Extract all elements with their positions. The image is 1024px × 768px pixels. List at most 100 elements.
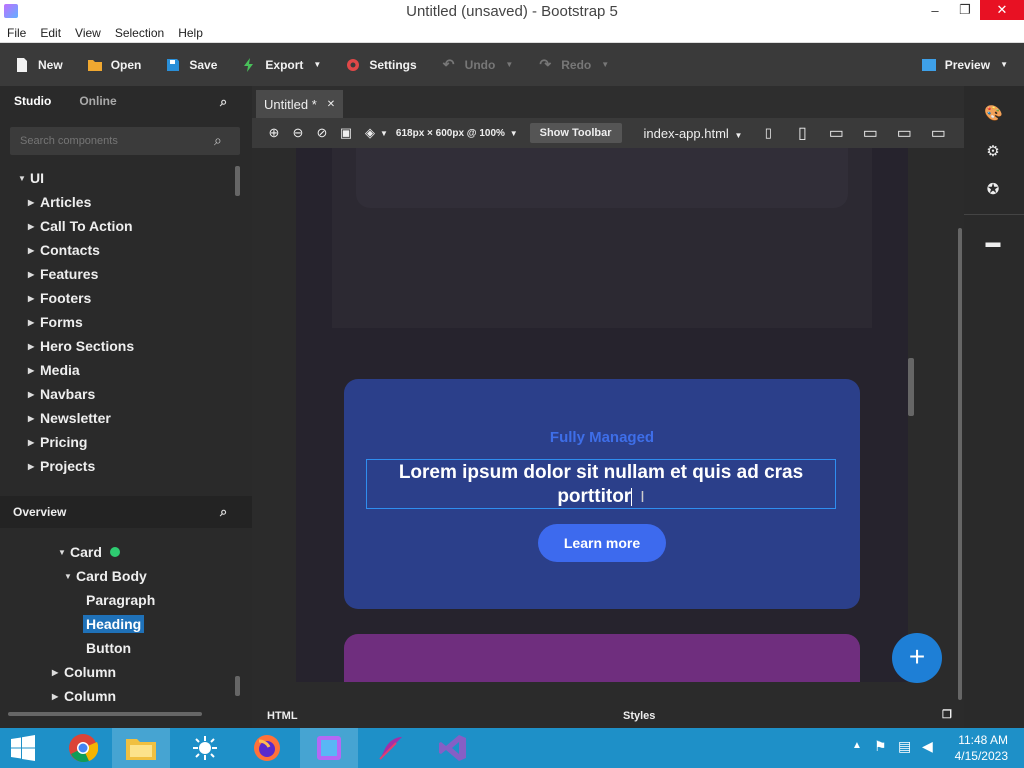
zoom-in-icon[interactable]: ⊕ bbox=[266, 125, 282, 141]
heading-line: Lorem ipsum dolor sit nullam et quis ad … bbox=[398, 462, 804, 483]
search-icon[interactable]: ⌕ bbox=[214, 132, 222, 149]
caret-down-icon: ▼ bbox=[64, 571, 72, 581]
tree-item-call-to-action[interactable]: ▶ Call To Action bbox=[0, 214, 236, 238]
menu-view[interactable]: View bbox=[75, 26, 101, 40]
tree-item-hero-sections[interactable]: ▶ Hero Sections bbox=[0, 334, 236, 358]
menu-edit[interactable]: Edit bbox=[40, 26, 61, 40]
tab-styles[interactable]: Styles bbox=[623, 710, 655, 722]
tree-item-newsletter[interactable]: ▶ Newsletter bbox=[0, 406, 236, 430]
expand-icon[interactable]: ❐ bbox=[942, 708, 952, 721]
title-bar: Untitled (unsaved) - Bootstrap 5 – ❐ ✕ bbox=[0, 0, 1024, 23]
image-icon[interactable]: ▣ bbox=[338, 125, 354, 141]
volume-icon[interactable]: ◀ bbox=[922, 738, 933, 755]
menu-selection[interactable]: Selection bbox=[115, 26, 164, 40]
design-canvas[interactable]: Fully Managed Lorem ipsum dolor sit null… bbox=[252, 148, 964, 704]
tab-html[interactable]: HTML bbox=[267, 710, 298, 722]
overview-item-card[interactable]: ▼ Card bbox=[58, 540, 120, 564]
tab-online[interactable]: Online bbox=[65, 86, 130, 116]
viewport-size[interactable]: 618px × 600px @ 100% ▼ bbox=[396, 128, 518, 139]
flag-icon[interactable]: ⚑ bbox=[874, 738, 887, 755]
learn-more-button[interactable]: Learn more bbox=[538, 524, 666, 562]
folder-icon[interactable]: ▬ bbox=[984, 234, 1002, 252]
tree-item-navbars[interactable]: ▶ Navbars bbox=[0, 382, 236, 406]
card[interactable]: Fully Managed Lorem ipsum dolor sit null… bbox=[344, 379, 860, 609]
tray-up-icon[interactable]: ▲ bbox=[852, 740, 862, 751]
card-heading[interactable]: Lorem ipsum dolor sit nullam et quis ad … bbox=[366, 459, 836, 509]
close-tab-icon[interactable]: ✕ bbox=[327, 99, 335, 110]
overview-item-heading[interactable]: Heading bbox=[83, 612, 145, 636]
minimize-button[interactable]: – bbox=[920, 0, 950, 20]
search-icon[interactable]: ⌕ bbox=[220, 94, 227, 110]
taskbar-chrome[interactable] bbox=[54, 728, 112, 768]
overview-item-button[interactable]: Button bbox=[86, 636, 131, 660]
tree-item-footers[interactable]: ▶ Footers bbox=[0, 286, 236, 310]
tree-item-media[interactable]: ▶ Media bbox=[0, 358, 236, 382]
file-selector[interactable]: index-app.html ▼ bbox=[644, 126, 743, 141]
start-button[interactable] bbox=[0, 728, 46, 768]
gear-icon[interactable]: ⚙ bbox=[984, 142, 1002, 160]
preview-button[interactable]: Preview ▼ bbox=[921, 43, 1008, 86]
tree-item-forms[interactable]: ▶ Forms bbox=[0, 310, 236, 334]
maximize-button[interactable]: ❐ bbox=[950, 0, 980, 20]
star-icon[interactable]: ✪ bbox=[984, 180, 1002, 198]
palette-icon[interactable]: 🎨 bbox=[984, 104, 1003, 122]
caret-right-icon: ▶ bbox=[28, 269, 35, 279]
visual-studio-icon bbox=[439, 735, 466, 761]
caret-right-icon: ▶ bbox=[28, 293, 35, 303]
tree-item-projects[interactable]: ▶ Projects bbox=[0, 454, 236, 478]
taskbar-file-explorer[interactable] bbox=[112, 728, 170, 768]
overview-item-column[interactable]: ▶ Column bbox=[52, 684, 116, 708]
overview-hscrollbar[interactable] bbox=[8, 712, 202, 716]
desktop-icon[interactable]: ▭ bbox=[896, 125, 912, 142]
text-cursor bbox=[631, 487, 633, 506]
overview-item-column[interactable]: ▶ Column bbox=[52, 660, 116, 684]
new-button[interactable]: New bbox=[0, 43, 75, 86]
tablet-icon[interactable]: ▯ bbox=[794, 125, 810, 142]
taskbar-feather-app[interactable] bbox=[362, 728, 420, 768]
menu-file[interactable]: File bbox=[7, 26, 26, 40]
overview-item-paragraph[interactable]: Paragraph bbox=[86, 588, 155, 612]
export-button[interactable]: Export ▼ bbox=[229, 43, 333, 86]
taskbar-firefox[interactable] bbox=[238, 728, 296, 768]
chevron-down-icon[interactable]: ▼ bbox=[380, 129, 388, 138]
search-input[interactable] bbox=[10, 127, 240, 155]
taskbar-visual-studio[interactable] bbox=[424, 728, 482, 768]
tree-item-articles[interactable]: ▶ Articles bbox=[0, 190, 236, 214]
caret-right-icon: ▶ bbox=[28, 197, 35, 207]
taskbar-app-sun[interactable] bbox=[176, 728, 234, 768]
settings-button[interactable]: Settings bbox=[333, 43, 428, 86]
overview-scrollbar[interactable] bbox=[235, 676, 240, 696]
tree-item-label: Call To Action bbox=[40, 218, 133, 234]
menu-help[interactable]: Help bbox=[178, 26, 203, 40]
tree-item-pricing[interactable]: ▶ Pricing bbox=[0, 430, 236, 454]
tree-scrollbar[interactable] bbox=[235, 166, 240, 196]
redo-button[interactable]: ↷ Redo ▼ bbox=[525, 43, 621, 86]
add-component-button[interactable]: + bbox=[892, 633, 942, 683]
phone-icon[interactable]: ▯ bbox=[760, 125, 776, 141]
save-button[interactable]: Save bbox=[153, 43, 229, 86]
taskbar-clock[interactable]: 11:48 AM 4/15/2023 bbox=[955, 732, 1008, 764]
network-icon[interactable]: ▤ bbox=[898, 738, 911, 755]
taskbar-bootstrap-studio[interactable] bbox=[300, 728, 358, 768]
layers-icon[interactable]: ◈ bbox=[362, 125, 378, 141]
tree-item-contacts[interactable]: ▶ Contacts bbox=[0, 238, 236, 262]
show-toolbar-button[interactable]: Show Toolbar bbox=[529, 123, 622, 143]
zoom-out-icon[interactable]: ⊖ bbox=[290, 125, 306, 141]
rotate-icon[interactable]: ⊘ bbox=[314, 125, 330, 141]
close-button[interactable]: ✕ bbox=[980, 0, 1024, 20]
tree-item-features[interactable]: ▶ Features bbox=[0, 262, 236, 286]
undo-button[interactable]: ↶ Undo ▼ bbox=[429, 43, 526, 86]
tree-root[interactable]: ▼ UI bbox=[0, 166, 236, 190]
canvas-scrollbar[interactable] bbox=[908, 358, 914, 416]
overview-item-card-body[interactable]: ▼ Card Body bbox=[64, 564, 147, 588]
editor-tab[interactable]: Untitled * ✕ bbox=[256, 90, 344, 118]
laptop-icon[interactable]: ▭ bbox=[862, 125, 878, 142]
open-button[interactable]: Open bbox=[75, 43, 154, 86]
canvas-outer-scrollbar[interactable] bbox=[958, 228, 962, 700]
caret-right-icon: ▶ bbox=[28, 221, 35, 231]
widescreen-icon[interactable]: ▭ bbox=[930, 125, 946, 142]
tablet-landscape-icon[interactable]: ▭ bbox=[828, 125, 844, 142]
viewport-label: 618px × 600px @ 100% bbox=[395, 127, 505, 139]
tab-studio[interactable]: Studio bbox=[0, 86, 65, 116]
search-icon[interactable]: ⌕ bbox=[220, 496, 227, 528]
